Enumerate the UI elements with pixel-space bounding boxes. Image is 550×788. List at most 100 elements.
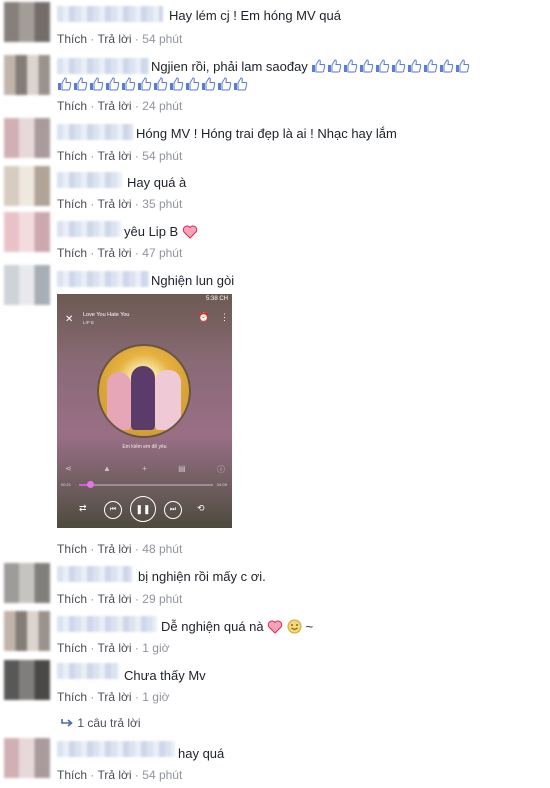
reply-link[interactable]: Trả lời bbox=[97, 641, 131, 655]
timestamp[interactable]: 54 phút bbox=[142, 32, 182, 46]
comment-text-content: Dễ nghiện quá nà bbox=[161, 619, 264, 634]
avatar[interactable] bbox=[4, 212, 50, 252]
reply-link[interactable]: Trả lời bbox=[97, 197, 131, 211]
thumbs-up-icon bbox=[440, 59, 454, 73]
like-link[interactable]: Thích bbox=[57, 197, 87, 211]
comment-actions: Thích · Trả lời · 29 phút bbox=[57, 592, 182, 606]
commenter-name[interactable] bbox=[57, 271, 149, 287]
avatar[interactable] bbox=[4, 660, 50, 700]
shuffle-icon: ⇄ bbox=[79, 503, 87, 513]
commenter-name[interactable] bbox=[57, 741, 175, 757]
separator: · bbox=[90, 99, 95, 113]
like-link[interactable]: Thích bbox=[57, 32, 87, 46]
commenter-name[interactable] bbox=[57, 221, 121, 237]
separator: · bbox=[134, 197, 139, 211]
comment-text: Hóng MV ! Hóng trai đẹp là ai ! Nhạc hay… bbox=[136, 126, 397, 141]
separator: · bbox=[134, 768, 139, 782]
reply-link[interactable]: Trả lời bbox=[97, 149, 131, 163]
timestamp[interactable]: 29 phút bbox=[142, 592, 182, 606]
avatar[interactable] bbox=[4, 611, 50, 651]
reply-arrow-icon bbox=[61, 719, 73, 727]
timestamp[interactable]: 47 phút bbox=[142, 246, 182, 260]
reply-link[interactable]: Trả lời bbox=[97, 592, 131, 606]
reply-link[interactable]: Trả lời bbox=[97, 246, 131, 260]
thumbs-up-icon bbox=[74, 77, 88, 91]
player-actions: ⋖ ▲ + ▤ ⓘ bbox=[65, 464, 225, 475]
comment-text: hay quá bbox=[178, 746, 225, 761]
commenter-name[interactable] bbox=[57, 58, 149, 74]
separator: · bbox=[134, 690, 139, 704]
avatar[interactable] bbox=[4, 55, 50, 95]
timestamp[interactable]: 54 phút bbox=[142, 768, 182, 782]
heart-icon bbox=[182, 225, 198, 239]
avatar[interactable] bbox=[4, 738, 50, 778]
thumbs-up-icon bbox=[154, 77, 168, 91]
song-artist: LIP B bbox=[83, 320, 94, 325]
comment-text-tail: ~ bbox=[305, 619, 314, 634]
previous-icon: ⏮ bbox=[104, 501, 122, 519]
avatar[interactable] bbox=[4, 265, 50, 305]
next-icon: ⏭ bbox=[164, 501, 182, 519]
reply-link[interactable]: Trả lời bbox=[97, 99, 131, 113]
like-link[interactable]: Thích bbox=[57, 149, 87, 163]
heart-icon bbox=[268, 620, 283, 634]
timestamp[interactable]: 54 phút bbox=[142, 149, 182, 163]
like-link[interactable]: Thích bbox=[57, 690, 87, 704]
attached-photo[interactable]: 5:38 CH ✕ Love You Hate You LIP B ⏰ ⋮ Em… bbox=[57, 294, 232, 528]
like-link[interactable]: Thích bbox=[57, 99, 87, 113]
reply-link[interactable]: Trả lời bbox=[97, 542, 131, 556]
comment-text: Nghiện lun gòi bbox=[151, 273, 235, 288]
separator: · bbox=[90, 690, 95, 704]
time-total: 04:09 bbox=[217, 482, 228, 487]
lyric-line: Em kiếm em để yêu bbox=[122, 444, 167, 450]
timestamp[interactable]: 48 phút bbox=[142, 542, 182, 556]
avatar[interactable] bbox=[4, 563, 50, 603]
pause-icon: ❚❚ bbox=[130, 496, 156, 522]
timestamp[interactable]: 1 giờ bbox=[142, 690, 169, 704]
comment-actions: Thích · Trả lời · 24 phút bbox=[57, 99, 182, 113]
comment-text: Chưa thấy Mv bbox=[124, 668, 206, 683]
commenter-name[interactable] bbox=[57, 124, 133, 140]
thumbs-up-icon bbox=[376, 59, 390, 73]
comment-actions: Thích · Trả lời · 35 phút bbox=[57, 197, 182, 211]
commenter-name[interactable] bbox=[57, 566, 132, 582]
comment-text-content: yêu Lip B bbox=[124, 224, 179, 239]
thumbs-up-icon bbox=[202, 77, 216, 91]
thumbs-up-icon bbox=[122, 77, 136, 91]
comment-text: Hay lém cj ! Em hóng MV quá bbox=[169, 8, 341, 23]
avatar[interactable] bbox=[4, 118, 50, 158]
thumbs-up-icon bbox=[328, 59, 342, 73]
reply-link[interactable]: Trả lời bbox=[97, 690, 131, 704]
commenter-name[interactable] bbox=[57, 616, 157, 632]
separator: · bbox=[134, 99, 139, 113]
avatar[interactable] bbox=[4, 2, 50, 42]
like-link[interactable]: Thích bbox=[57, 768, 87, 782]
comment-actions: Thích · Trả lời · 47 phút bbox=[57, 246, 182, 260]
like-link[interactable]: Thích bbox=[57, 592, 87, 606]
comment-text: Dễ nghiện quá nà ~ bbox=[161, 619, 313, 634]
view-replies-link[interactable]: 1 câu trả lời bbox=[60, 716, 141, 730]
timestamp[interactable]: 1 giờ bbox=[142, 641, 169, 655]
reply-link[interactable]: Trả lời bbox=[97, 32, 131, 46]
commenter-name[interactable] bbox=[57, 172, 122, 188]
thumbs-up-icon bbox=[360, 59, 374, 73]
reply-link[interactable]: Trả lời bbox=[97, 768, 131, 782]
commenter-name[interactable] bbox=[57, 663, 119, 679]
timestamp[interactable]: 24 phút bbox=[142, 99, 182, 113]
comment-text: Ngjien rồi, phải lam saođay bbox=[151, 59, 471, 74]
thumbs-up-icon bbox=[90, 77, 104, 91]
separator: · bbox=[134, 149, 139, 163]
commenter-name[interactable] bbox=[57, 6, 163, 22]
like-link[interactable]: Thích bbox=[57, 246, 87, 260]
add-icon: + bbox=[142, 464, 147, 473]
like-link[interactable]: Thích bbox=[57, 542, 87, 556]
like-link[interactable]: Thích bbox=[57, 641, 87, 655]
separator: · bbox=[134, 592, 139, 606]
thumbs-up-icon bbox=[456, 59, 470, 73]
thumbs-up-icon bbox=[344, 59, 358, 73]
timestamp[interactable]: 35 phút bbox=[142, 197, 182, 211]
avatar[interactable] bbox=[4, 166, 50, 206]
separator: · bbox=[90, 246, 95, 260]
comment-actions: Thích · Trả lời · 54 phút bbox=[57, 32, 182, 46]
playlist-icon: ▤ bbox=[178, 464, 186, 473]
